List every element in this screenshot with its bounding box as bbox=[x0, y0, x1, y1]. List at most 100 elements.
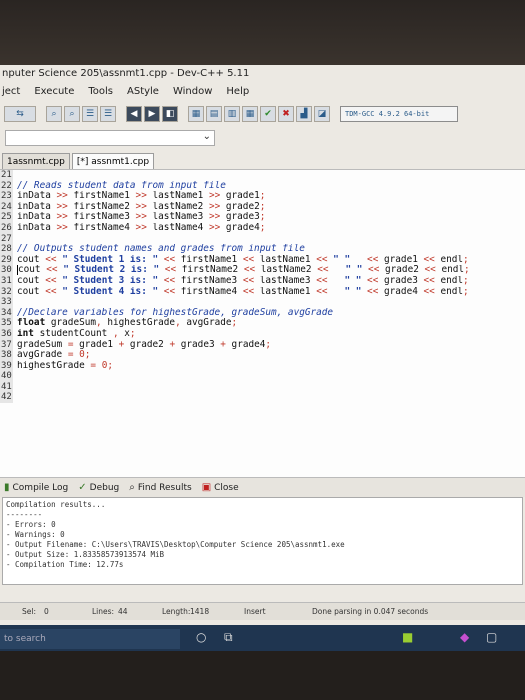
checkmark-icon: ✓ bbox=[78, 482, 87, 493]
code-text: gradeSum = grade1 + grade2 + grade3 + gr… bbox=[17, 339, 272, 350]
menu-help[interactable]: Help bbox=[226, 83, 249, 101]
line-number: 21 bbox=[0, 170, 13, 181]
status-mode: Insert bbox=[244, 607, 266, 616]
app-taskbar-icon[interactable]: ▢ bbox=[486, 630, 497, 644]
code-line[interactable]: 38 avgGrade = 0; bbox=[0, 350, 525, 361]
function-selector-row: ⌄ bbox=[0, 127, 525, 149]
code-line[interactable]: 23 inData >> firstName1 >> lastName1 >> g… bbox=[0, 191, 525, 202]
taskbar-search[interactable]: to search bbox=[0, 629, 180, 649]
code-editor[interactable]: 21 22 // Reads student data from input fil… bbox=[0, 169, 525, 477]
editor-tabs: 1assnmt.cpp [*] assnmt1.cpp bbox=[0, 149, 525, 171]
unindent-icon[interactable]: ☰ bbox=[100, 106, 116, 122]
find-results-label: Find Results bbox=[137, 482, 192, 493]
task-view-icon[interactable]: ⧉ bbox=[224, 630, 233, 645]
code-text: cout << " Student 2 is: " << firstName2 … bbox=[17, 265, 470, 276]
bar-chart-icon: ▮ bbox=[4, 482, 10, 493]
indent-icon[interactable]: ☰ bbox=[82, 106, 98, 122]
status-sel-label: Sel: bbox=[22, 607, 36, 616]
compile-run-icon[interactable]: ▥ bbox=[224, 106, 240, 122]
code-text: inData >> firstName1 >> lastName1 >> gra… bbox=[17, 191, 266, 202]
code-line[interactable]: 24 inData >> firstName2 >> lastName2 >> g… bbox=[0, 201, 525, 213]
forward-icon[interactable]: ▶ bbox=[144, 106, 160, 122]
background-bottom bbox=[0, 651, 525, 700]
code-line[interactable]: 35 float gradeSum, highestGrade, avgGrade… bbox=[0, 318, 525, 329]
search-icon: ⌕ bbox=[129, 482, 135, 493]
output-line: - Compilation Time: 12.77s bbox=[6, 560, 124, 569]
code-line[interactable]: 40 bbox=[0, 371, 525, 382]
code-line[interactable]: 33 bbox=[0, 297, 525, 308]
close-label: Close bbox=[214, 482, 239, 493]
line-number: 27 bbox=[0, 233, 13, 245]
menu-astyle[interactable]: AStyle bbox=[127, 83, 159, 101]
code-line[interactable]: 32 cout << " Student 4 is: " << firstName… bbox=[0, 286, 525, 298]
line-number: 42 bbox=[0, 392, 13, 404]
chart-icon[interactable]: ▟ bbox=[296, 106, 312, 122]
debug-icon[interactable]: ◪ bbox=[314, 106, 330, 122]
code-line[interactable]: 36 int studentCount , x; bbox=[0, 328, 525, 340]
compile-icon[interactable]: ▦ bbox=[188, 106, 204, 122]
status-lines-value: 44 bbox=[118, 607, 128, 616]
run-icon[interactable]: ▤ bbox=[206, 106, 222, 122]
check-icon[interactable]: ✔ bbox=[260, 106, 276, 122]
line-number: 28 bbox=[0, 244, 13, 255]
background-top bbox=[0, 0, 525, 65]
code-line[interactable]: 30 cout << " Student 2 is: " << firstName… bbox=[0, 265, 525, 276]
status-bar: Sel: 0 Lines: 44 Length: 1418 Insert Don… bbox=[0, 602, 525, 620]
rebuild-icon[interactable]: ▦ bbox=[242, 106, 258, 122]
taskbar: to search ○ ⧉ ■ ◆ ▢ bbox=[0, 625, 525, 651]
line-number: 32 bbox=[0, 286, 13, 298]
code-line[interactable]: 28 // Outputs student names and grades fr… bbox=[0, 244, 525, 255]
code-line[interactable]: 25 inData >> firstName3 >> lastName3 >> g… bbox=[0, 212, 525, 223]
compile-log-tab[interactable]: ▮ Compile Log bbox=[4, 482, 68, 493]
status-lines-label: Lines: bbox=[92, 607, 115, 616]
code-text: highestGrade = 0; bbox=[17, 360, 113, 371]
navigate-icon[interactable]: ⇆ bbox=[4, 106, 36, 122]
menu-execute[interactable]: Execute bbox=[34, 83, 74, 101]
bottom-panel-tabs: ▮ Compile Log ✓ Debug ⌕ Find Results ▣ C… bbox=[0, 477, 525, 497]
compiler-select[interactable]: TDM-GCC 4.9.2 64-bit bbox=[340, 106, 458, 122]
code-line[interactable]: 39 highestGrade = 0; bbox=[0, 360, 525, 372]
code-text: float gradeSum, highestGrade, avgGrade; bbox=[17, 318, 238, 329]
line-number: 34 bbox=[0, 307, 13, 319]
close-tab[interactable]: ▣ Close bbox=[202, 482, 239, 493]
cortana-icon[interactable]: ○ bbox=[196, 630, 206, 644]
line-number: 31 bbox=[0, 275, 13, 287]
menu-window[interactable]: Window bbox=[173, 83, 212, 101]
visual-studio-icon[interactable]: ◆ bbox=[460, 630, 469, 644]
code-line[interactable]: 31 cout << " Student 3 is: " << firstName… bbox=[0, 275, 525, 287]
toolbar: ⇆ ⌕ ⌕ ☰ ☰ ◀ ▶ ◧ ▦ ▤ ▥ ▦ ✔ ✖ ▟ ◪ TDM-GCC … bbox=[0, 101, 525, 127]
debug-tab[interactable]: ✓ Debug bbox=[78, 482, 119, 493]
code-text: //Declare variables for highestGrade, gr… bbox=[17, 307, 334, 318]
find-icon[interactable]: ⌕ bbox=[64, 106, 80, 122]
code-text: cout << " Student 3 is: " << firstName3 … bbox=[17, 275, 469, 286]
output-line: - Warnings: 0 bbox=[6, 530, 65, 539]
menu-project[interactable]: ject bbox=[2, 83, 20, 101]
devcpp-taskbar-icon[interactable]: ■ bbox=[402, 630, 413, 644]
function-selector[interactable]: ⌄ bbox=[5, 130, 215, 146]
devcpp-window: nputer Science 205\assnmt1.cpp - Dev-C++… bbox=[0, 65, 525, 625]
menu-tools[interactable]: Tools bbox=[88, 83, 113, 101]
code-line[interactable]: 27 bbox=[0, 233, 525, 245]
find-results-tab[interactable]: ⌕ Find Results bbox=[129, 482, 191, 493]
code-line[interactable]: 34 //Declare variables for highestGrade, … bbox=[0, 307, 525, 319]
code-text: // Reads student data from input file bbox=[17, 180, 226, 191]
bookmark-icon[interactable]: ◧ bbox=[162, 106, 178, 122]
line-number: 37 bbox=[0, 339, 13, 351]
code-line[interactable]: 37 gradeSum = grade1 + grade2 + grade3 + … bbox=[0, 339, 525, 351]
code-line[interactable]: 42 bbox=[0, 392, 525, 404]
code-line[interactable]: 22 // Reads student data from input file bbox=[0, 180, 525, 192]
status-message: Done parsing in 0.047 seconds bbox=[312, 607, 429, 616]
back-icon[interactable]: ◀ bbox=[126, 106, 142, 122]
stop-icon[interactable]: ✖ bbox=[278, 106, 294, 122]
zoom-icon[interactable]: ⌕ bbox=[46, 106, 62, 122]
chevron-down-icon: ⌄ bbox=[202, 131, 211, 142]
code-line[interactable]: 41 bbox=[0, 381, 525, 393]
code-line[interactable]: 29 cout << " Student 1 is: " << firstName… bbox=[0, 254, 525, 266]
code-line[interactable]: 26 inData >> firstName4 >> lastName4 >> g… bbox=[0, 222, 525, 234]
line-number: 41 bbox=[0, 381, 13, 393]
code-line[interactable]: 21 bbox=[0, 170, 525, 181]
